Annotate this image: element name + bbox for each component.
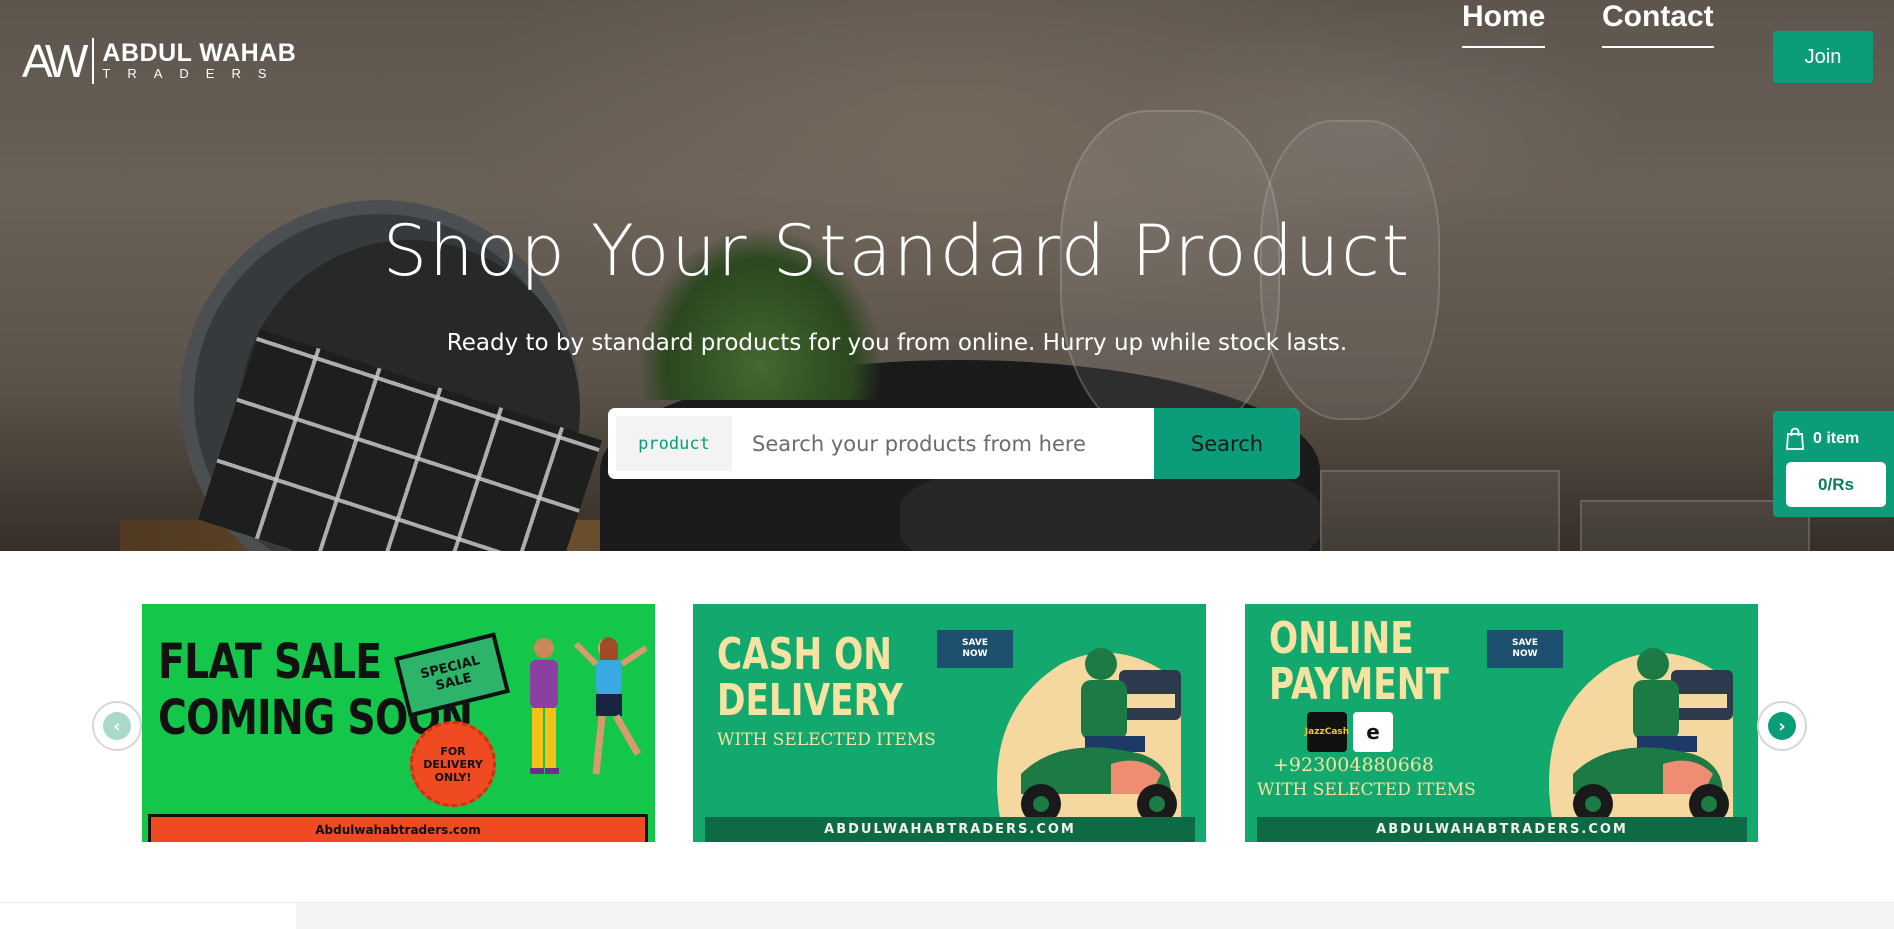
banner-title: CASH ON DELIVERY [717,632,903,724]
person-illustration [530,638,559,774]
search-button[interactable]: Search [1154,408,1300,479]
chevron-left-icon: ‹ [103,712,131,740]
carousel-next-button[interactable]: › [1757,701,1807,751]
delivery-scooter-illustration [1549,648,1733,824]
promo-banner-flat-sale[interactable]: FLAT SALE COMING SOON SPECIAL SALE FOR D… [142,604,655,842]
banner-footer: Abdulwahabtraders.com [148,814,648,842]
promo-carousel: ‹ FLAT SALE COMING SOON SPECIAL SALE FOR… [0,551,1894,901]
banner-footer: ABDULWAHABTRADERS.COM [1257,817,1747,842]
jazzcash-icon: JazzCash [1305,712,1349,752]
banner-subtitle: WITH SELECTED ITEMS [1257,780,1476,800]
delivery-only-badge: FOR DELIVERY ONLY! [410,721,496,807]
shopping-bag-icon [1786,427,1804,450]
logo-name: ABDUL WAHAB [102,39,297,67]
promo-banner-cash-on-delivery[interactable]: CASH ON DELIVERY WITH SELECTED ITEMS SAV… [693,604,1206,842]
nav-home-link[interactable]: Home [1462,0,1546,48]
banner-subtitle: WITH SELECTED ITEMS [717,730,936,750]
hero-subtitle: Ready to by standard products for you fr… [446,330,1348,356]
payment-phone-number: +923004880668 [1273,754,1434,776]
banner-title-line: CASH ON [717,629,893,680]
carousel-prev-button[interactable]: ‹ [92,701,142,751]
promo-banner-online-payment[interactable]: ONLINE PAYMENT JazzCash e +923004880668 … [1245,604,1758,842]
badge-text: FOR DELIVERY ONLY! [423,745,483,784]
banner-title-line: PAYMENT [1269,659,1449,710]
next-section-strip [296,903,1894,929]
banner-title-line: ONLINE [1269,613,1414,664]
search-bar: product Search [608,408,1300,479]
logo-text: ABDUL WAHAB TRADERS [94,40,296,82]
site-logo[interactable]: AW ABDUL WAHAB TRADERS [22,38,296,84]
logo-subtitle: TRADERS [102,66,284,81]
banner-footer: ABDULWAHABTRADERS.COM [705,817,1195,842]
cart-widget[interactable]: 0 item 0/Rs [1773,411,1894,517]
cart-total: 0/Rs [1786,462,1886,507]
badge-line: ONLY! [434,770,472,784]
nav-contact-link[interactable]: Contact [1602,0,1714,48]
sign-text: SPECIAL SALE [419,653,485,697]
hero-title: Shop Your Standard Product [382,210,1412,292]
cart-summary: 0 item [1785,427,1859,451]
cart-item-count: 0 item [1813,430,1860,447]
hero-section: AW ABDUL WAHAB TRADERS Home Contact Join… [0,0,1894,551]
badge-line: FOR [440,744,466,758]
search-category-label[interactable]: product [616,416,732,471]
chevron-right-icon: › [1768,712,1796,740]
logo-mark: AW [22,38,95,84]
delivery-scooter-illustration [997,648,1181,824]
payment-methods: JazzCash e [1305,712,1393,752]
join-button[interactable]: Join [1773,31,1873,83]
person-illustration [573,637,648,775]
banner-title: ONLINE PAYMENT [1269,616,1449,708]
search-input[interactable] [732,408,1154,479]
badge-line: DELIVERY [423,757,483,771]
banner-title-line: DELIVERY [717,675,903,726]
easypaisa-icon: e [1353,712,1393,752]
